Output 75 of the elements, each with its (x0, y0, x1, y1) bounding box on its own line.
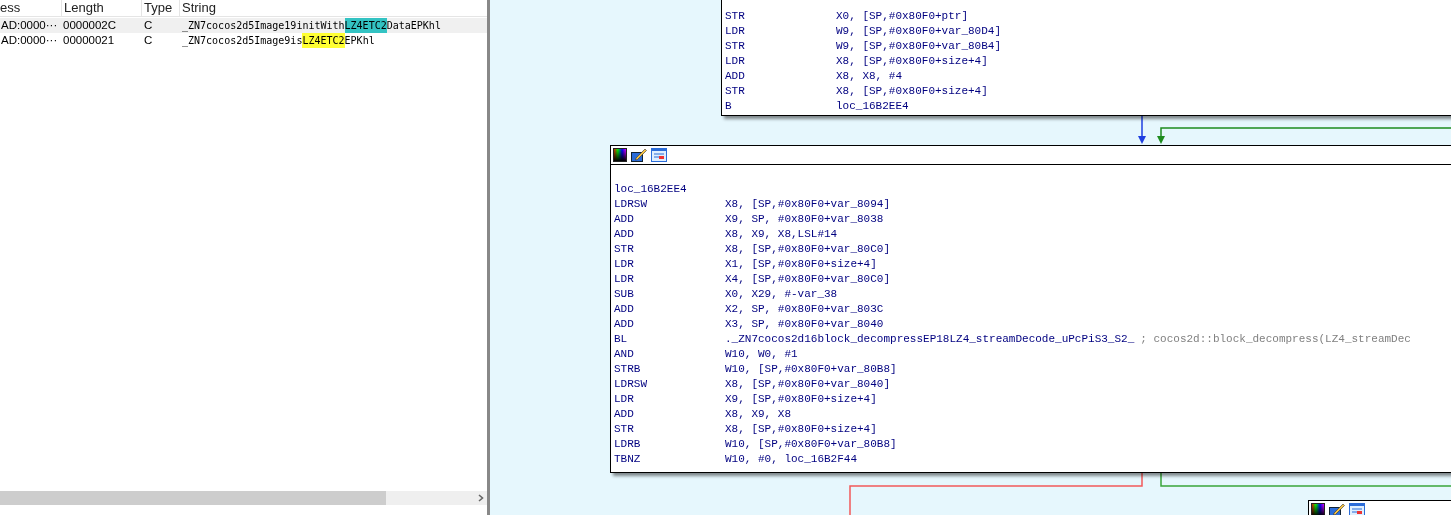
instruction-mnemonic: LDRB (614, 437, 642, 452)
table-cell-text: C (143, 33, 154, 48)
column-header[interactable]: Length (62, 0, 142, 16)
table-cell-text: 00000021 (62, 33, 116, 48)
instruction-mnemonic: TBNZ (614, 452, 642, 467)
instruction-mnemonic: LDR (614, 257, 635, 272)
instruction-mnemonic: STR (725, 39, 746, 54)
pencil-icon[interactable] (1329, 503, 1345, 515)
instruction-operands: W10, W0, #1 (725, 347, 798, 362)
table-row[interactable]: AD:0000··· 0000002C C _ZN7cocos2d5Image19initWithLZ4ETC2DataEPKhl (0, 18, 487, 33)
instruction-operands: ._ZN7cocos2d16block_decompressEP18LZ4_streamDecode_uPcPiS3_S2_ (725, 332, 1135, 347)
instruction-operands: X0, X29, #-var_38 (725, 287, 838, 302)
instruction-operands: X8, [SP,#0x80F0+size+4] (725, 422, 877, 437)
instruction-operands: X2, SP, #0x80F0+var_803C (725, 302, 884, 317)
table-cell-text: 0000002C (62, 18, 118, 33)
column-header[interactable]: ess (0, 0, 62, 16)
instruction-operands: X9, SP, #0x80F0+var_8038 (725, 212, 884, 227)
instruction-operands: X8, [SP,#0x80F0+size+4] (836, 84, 988, 99)
instruction-mnemonic: LDR (725, 54, 746, 69)
instruction-mnemonic: ADD (614, 302, 635, 317)
instruction-operands: X1, [SP,#0x80F0+size+4] (725, 257, 877, 272)
pencil-icon[interactable] (631, 148, 647, 162)
instruction-mnemonic: AND (614, 347, 635, 362)
instruction-operands: X8, [SP,#0x80F0+var_8040] (725, 377, 891, 392)
instruction-operands: W10, [SP,#0x80F0+var_80B8] (725, 362, 897, 377)
instruction-mnemonic: STR (614, 422, 635, 437)
table-cell-text: AD:0000··· (0, 33, 59, 48)
instruction-mnemonic: ADD (614, 317, 635, 332)
instruction-mnemonic: ADD (725, 69, 746, 84)
color-palette-icon[interactable] (1311, 503, 1325, 515)
instruction-operands: W10, #0, loc_16B2F44 (725, 452, 858, 467)
table-cell-text: _ZN7cocos2d5Image19initWithLZ4ETC2DataEPKhl (181, 18, 442, 33)
column-header[interactable]: String (180, 0, 487, 16)
flow-arrow (1138, 115, 1146, 144)
color-palette-icon[interactable] (613, 148, 627, 162)
table-cell-text: _ZN7cocos2d5Image9isLZ4ETC2EPKhl (181, 33, 376, 48)
instruction-operands: X8, X8, #4 (836, 69, 902, 84)
instruction-operands: X8, [SP,#0x80F0+var_80C0] (725, 242, 891, 257)
instruction-operands: W9, [SP,#0x80F0+var_80B4] (836, 39, 1002, 54)
instruction-operands: X8, [SP,#0x80F0+size+4] (836, 54, 988, 69)
instruction-operands: X8, X9, X8 (725, 407, 791, 422)
instruction-mnemonic: ADD (614, 212, 635, 227)
instruction-mnemonic: LDR (614, 392, 635, 407)
instruction-mnemonic: LDRSW (614, 377, 648, 392)
instruction-mnemonic: LDR (614, 272, 635, 287)
code-label: loc_16B2EE4 (613, 182, 687, 197)
instruction-mnemonic: STR (725, 84, 746, 99)
table-cell-text: AD:0000··· (0, 18, 59, 33)
column-header[interactable]: Type (142, 0, 180, 16)
horizontal-scrollbar[interactable] (0, 491, 487, 505)
window-graph-icon[interactable] (651, 148, 667, 162)
instruction-mnemonic: STR (614, 242, 635, 257)
scroll-right-icon[interactable] (478, 494, 484, 502)
table-cell-text: C (143, 18, 154, 33)
instruction-mnemonic: STRB (614, 362, 642, 377)
instruction-operands: W10, [SP,#0x80F0+var_80B8] (725, 437, 897, 452)
instruction-operands: X9, [SP,#0x80F0+size+4] (725, 392, 877, 407)
instruction-mnemonic: B (725, 99, 733, 114)
window-graph-icon[interactable] (1349, 503, 1365, 515)
instruction-mnemonic: STR (725, 9, 746, 24)
instruction-operands: W9, [SP,#0x80F0+var_80D4] (836, 24, 1002, 39)
scrollbar-thumb[interactable] (0, 491, 386, 505)
instruction-operands: X8, X9, X8,LSL#14 (725, 227, 838, 242)
instruction-operands: X4, [SP,#0x80F0+var_80C0] (725, 272, 891, 287)
instruction-mnemonic: BL (614, 332, 629, 347)
instruction-mnemonic: ADD (614, 227, 635, 242)
instruction-mnemonic: ADD (614, 407, 635, 422)
instruction-operands: X3, SP, #0x80F0+var_8040 (725, 317, 884, 332)
instruction-mnemonic: LDRSW (614, 197, 648, 212)
instruction-mnemonic: SUB (614, 287, 635, 302)
instruction-operands: loc_16B2EE4 (836, 99, 909, 114)
instruction-operands: X8, [SP,#0x80F0+var_8094] (725, 197, 891, 212)
instruction-mnemonic: LDR (725, 24, 746, 39)
code-comment: ; cocos2d::block_decompress(LZ4_streamDec (1140, 332, 1411, 347)
instruction-operands: X0, [SP,#0x80F0+ptr] (836, 9, 969, 24)
